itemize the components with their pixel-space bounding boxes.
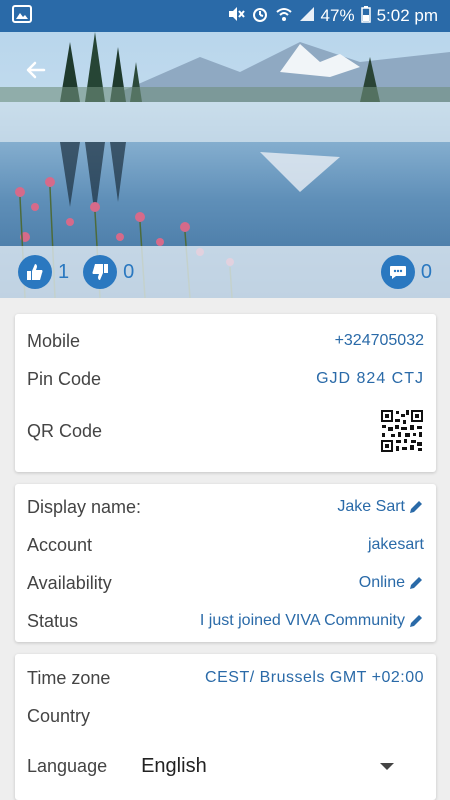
dropdown-arrow-icon[interactable] bbox=[380, 762, 394, 770]
pencil-icon bbox=[408, 575, 424, 591]
qr-code-icon[interactable] bbox=[380, 409, 424, 453]
timezone-row: Time zone CEST/ Brussels GMT +02:00 bbox=[27, 663, 424, 693]
reactions-bar: 1 0 0 bbox=[0, 246, 450, 298]
wifi-icon bbox=[275, 5, 293, 28]
battery-icon bbox=[360, 5, 371, 28]
qr-code-label: QR Code bbox=[27, 420, 103, 441]
availability-value: Online bbox=[358, 574, 405, 591]
back-button[interactable] bbox=[18, 52, 54, 88]
pin-code-row: Pin Code GJD 824 CTJ bbox=[27, 364, 424, 394]
locale-card: Time zone CEST/ Brussels GMT +02:00 Coun… bbox=[15, 654, 436, 800]
account-label: Account bbox=[27, 534, 93, 555]
pin-code-label: Pin Code bbox=[27, 368, 102, 389]
status-row: Status I just joined VIVA Community bbox=[27, 606, 424, 636]
alarm-icon bbox=[251, 5, 269, 28]
comment-count: 0 bbox=[420, 260, 432, 283]
status-bar: 47% 5:02 pm bbox=[0, 0, 450, 32]
account-value: jakesart bbox=[367, 536, 424, 553]
mute-icon bbox=[227, 5, 245, 28]
timezone-value[interactable]: CEST/ Brussels GMT +02:00 bbox=[205, 669, 424, 687]
availability-edit-button[interactable]: Online bbox=[359, 574, 424, 592]
display-name-value: Jake Sart bbox=[337, 498, 405, 515]
country-row: Country bbox=[27, 701, 424, 731]
qr-code-row: QR Code bbox=[27, 406, 424, 456]
signal-icon bbox=[299, 6, 315, 27]
mobile-value[interactable]: +324705032 bbox=[335, 332, 424, 350]
like-button[interactable]: 1 bbox=[18, 255, 69, 289]
language-row: Language English bbox=[27, 751, 424, 781]
clock: 5:02 pm bbox=[376, 6, 438, 25]
display-name-label: Display name: bbox=[27, 496, 142, 517]
gallery-notification-icon bbox=[12, 4, 32, 28]
like-count: 1 bbox=[58, 260, 70, 283]
mobile-row: Mobile +324705032 bbox=[27, 326, 424, 356]
account-row: Account jakesart bbox=[27, 530, 424, 560]
comment-bubble-icon bbox=[380, 255, 415, 289]
pencil-icon bbox=[408, 613, 424, 629]
display-name-row: Display name: Jake Sart bbox=[27, 492, 424, 522]
profile-card: Display name: Jake Sart Account jakesart… bbox=[15, 484, 436, 642]
battery-percent: 47% bbox=[320, 6, 355, 25]
thumbs-up-icon bbox=[18, 255, 52, 289]
status-label: Status bbox=[27, 610, 79, 631]
comments-button[interactable]: 0 bbox=[380, 255, 432, 289]
status-edit-button[interactable]: I just joined VIVA Community bbox=[200, 612, 424, 630]
cover-photo: 1 0 0 bbox=[0, 32, 450, 298]
language-label: Language bbox=[27, 755, 108, 776]
pencil-icon bbox=[408, 499, 424, 515]
dislike-button[interactable]: 0 bbox=[83, 255, 134, 289]
country-label: Country bbox=[27, 705, 91, 726]
contact-card: Mobile +324705032 Pin Code GJD 824 CTJ Q… bbox=[15, 314, 436, 472]
status-value: I just joined VIVA Community bbox=[199, 612, 405, 629]
dislike-count: 0 bbox=[123, 260, 135, 283]
mobile-label: Mobile bbox=[27, 330, 81, 351]
availability-row: Availability Online bbox=[27, 568, 424, 598]
display-name-edit-button[interactable]: Jake Sart bbox=[337, 498, 424, 516]
availability-label: Availability bbox=[27, 572, 112, 593]
thumbs-down-icon bbox=[83, 255, 118, 289]
arrow-left-icon bbox=[24, 58, 48, 82]
pin-code-value: GJD 824 CTJ bbox=[316, 370, 424, 387]
language-select[interactable]: English bbox=[141, 755, 207, 778]
timezone-label: Time zone bbox=[27, 667, 111, 688]
